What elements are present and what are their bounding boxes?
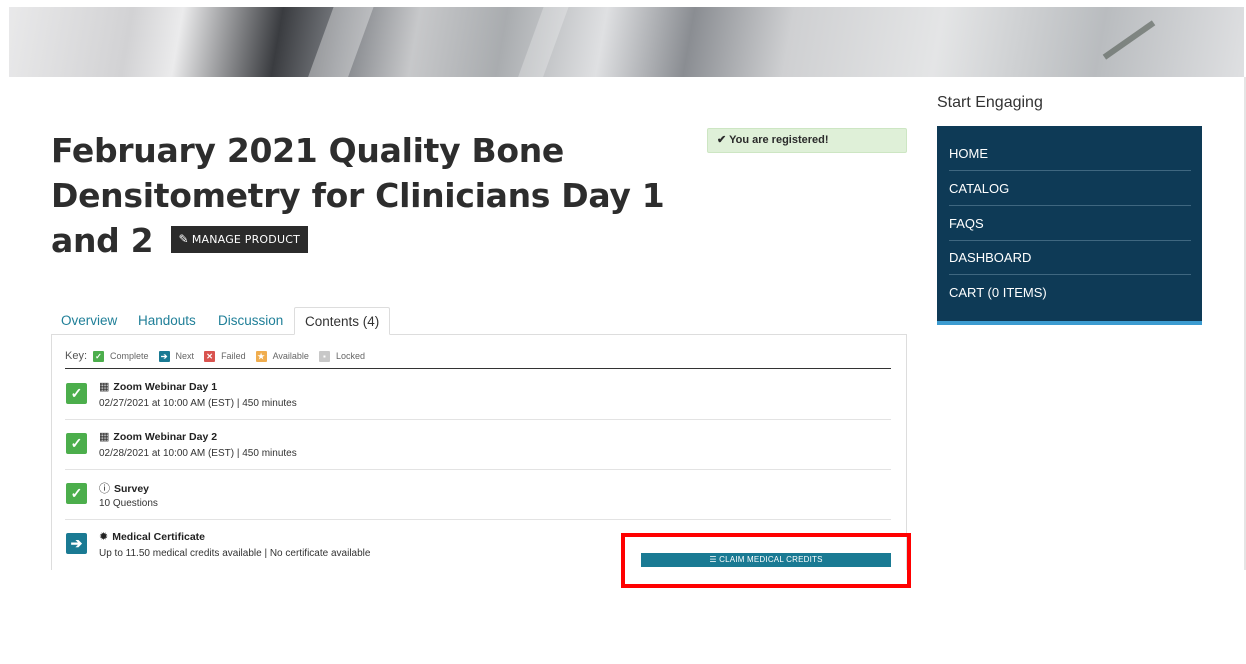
- next-arrow-icon: ➔: [66, 533, 87, 554]
- key-item-complete: ✓ Complete: [93, 350, 149, 362]
- registered-badge: ✔ You are registered!: [707, 128, 907, 153]
- key-item-label: Failed: [221, 351, 246, 361]
- x-icon: ✕: [204, 350, 216, 362]
- complete-check-icon: ✓: [66, 383, 87, 404]
- key-item-label: Locked: [335, 351, 365, 361]
- content-item-zoom-day-1[interactable]: ✓ ▦ Zoom Webinar Day 1 02/27/2021 at 10:0…: [65, 371, 891, 421]
- header-banner-image: [9, 7, 1244, 77]
- content-item-meta: 10 Questions: [99, 498, 158, 509]
- item-divider: [65, 519, 891, 520]
- manage-product-button[interactable]: ✎ MANAGE PRODUCT: [170, 226, 309, 253]
- content-item-title[interactable]: ▦ Zoom Webinar Day 1: [99, 380, 217, 393]
- content-item-title-text: Zoom Webinar Day 1: [113, 381, 218, 393]
- page-title: February 2021 Quality Bone Densitometry …: [51, 128, 671, 263]
- star-icon: ★: [255, 350, 267, 362]
- complete-check-icon: ✓: [66, 483, 87, 504]
- sidebar-item-dashboard[interactable]: DASHBOARD: [949, 240, 1191, 275]
- sidebar-item-cart[interactable]: CART (0 ITEMS): [949, 275, 1191, 310]
- edit-icon: ✎: [178, 232, 189, 246]
- manage-product-label: MANAGE PRODUCT: [191, 233, 301, 246]
- tab-discussion[interactable]: Discussion: [208, 307, 293, 335]
- key-divider: [65, 368, 891, 369]
- content-item-title[interactable]: ▦ Zoom Webinar Day 2: [99, 430, 217, 443]
- key-item-next: ➔ Next: [158, 350, 195, 362]
- sidebar-nav: HOME CATALOG FAQS DASHBOARD CART (0 ITEM…: [937, 126, 1202, 325]
- tab-overview[interactable]: Overview: [51, 307, 127, 335]
- highlight-box: [621, 533, 911, 588]
- info-circle-icon: ⓘ: [99, 483, 110, 495]
- key-label: Key:: [65, 350, 88, 362]
- check-icon: ✔: [717, 134, 727, 146]
- content-item-meta: 02/28/2021 at 10:00 AM (EST) | 450 minut…: [99, 448, 297, 459]
- check-icon: ✓: [93, 350, 105, 362]
- key-item-failed: ✕ Failed: [204, 350, 246, 362]
- certificate-icon: ✹: [99, 531, 109, 543]
- key-item-locked: ▪ Locked: [318, 350, 365, 362]
- page-title-text: February 2021 Quality Bone Densitometry …: [51, 131, 665, 260]
- sidebar-item-home[interactable]: HOME: [949, 136, 1191, 171]
- key-item-label: Complete: [110, 351, 149, 361]
- key-item-label: Available: [272, 351, 309, 361]
- lock-icon: ▪: [318, 350, 330, 362]
- sidebar-heading: Start Engaging: [937, 94, 1043, 111]
- sidebar-item-catalog[interactable]: CATALOG: [949, 171, 1191, 206]
- arrow-right-icon: ➔: [158, 350, 170, 362]
- content-item-title-text: Zoom Webinar Day 2: [113, 431, 218, 443]
- content-item-survey[interactable]: ✓ ⓘ Survey 10 Questions: [65, 471, 891, 521]
- item-divider: [65, 469, 891, 470]
- key-item-label: Next: [175, 351, 195, 361]
- content-item-meta: 02/27/2021 at 10:00 AM (EST) | 450 minut…: [99, 398, 297, 409]
- complete-check-icon: ✓: [66, 433, 87, 454]
- calendar-icon: ▦: [99, 381, 110, 393]
- sidebar-item-faqs[interactable]: FAQS: [949, 206, 1191, 241]
- calendar-icon: ▦: [99, 431, 110, 443]
- tab-handouts[interactable]: Handouts: [128, 307, 206, 335]
- content-item-title-text: Survey: [114, 483, 150, 495]
- item-divider: [65, 419, 891, 420]
- content-item-title[interactable]: ✹ Medical Certificate: [99, 530, 205, 543]
- content-item-title-text: Medical Certificate: [112, 531, 206, 543]
- content-tabs: Overview Handouts Discussion Contents (4…: [51, 307, 907, 335]
- registered-text: You are registered!: [729, 134, 829, 146]
- tab-contents[interactable]: Contents (4): [294, 307, 391, 335]
- content-item-meta: Up to 11.50 medical credits available | …: [99, 548, 371, 559]
- key-item-available: ★ Available: [255, 350, 309, 362]
- content-item-title[interactable]: ⓘ Survey: [99, 480, 149, 496]
- content-item-zoom-day-2[interactable]: ✓ ▦ Zoom Webinar Day 2 02/28/2021 at 10:0…: [65, 421, 891, 471]
- status-key: Key: ✓ Complete ➔ Next ✕ Failed ★ Availa…: [65, 348, 375, 364]
